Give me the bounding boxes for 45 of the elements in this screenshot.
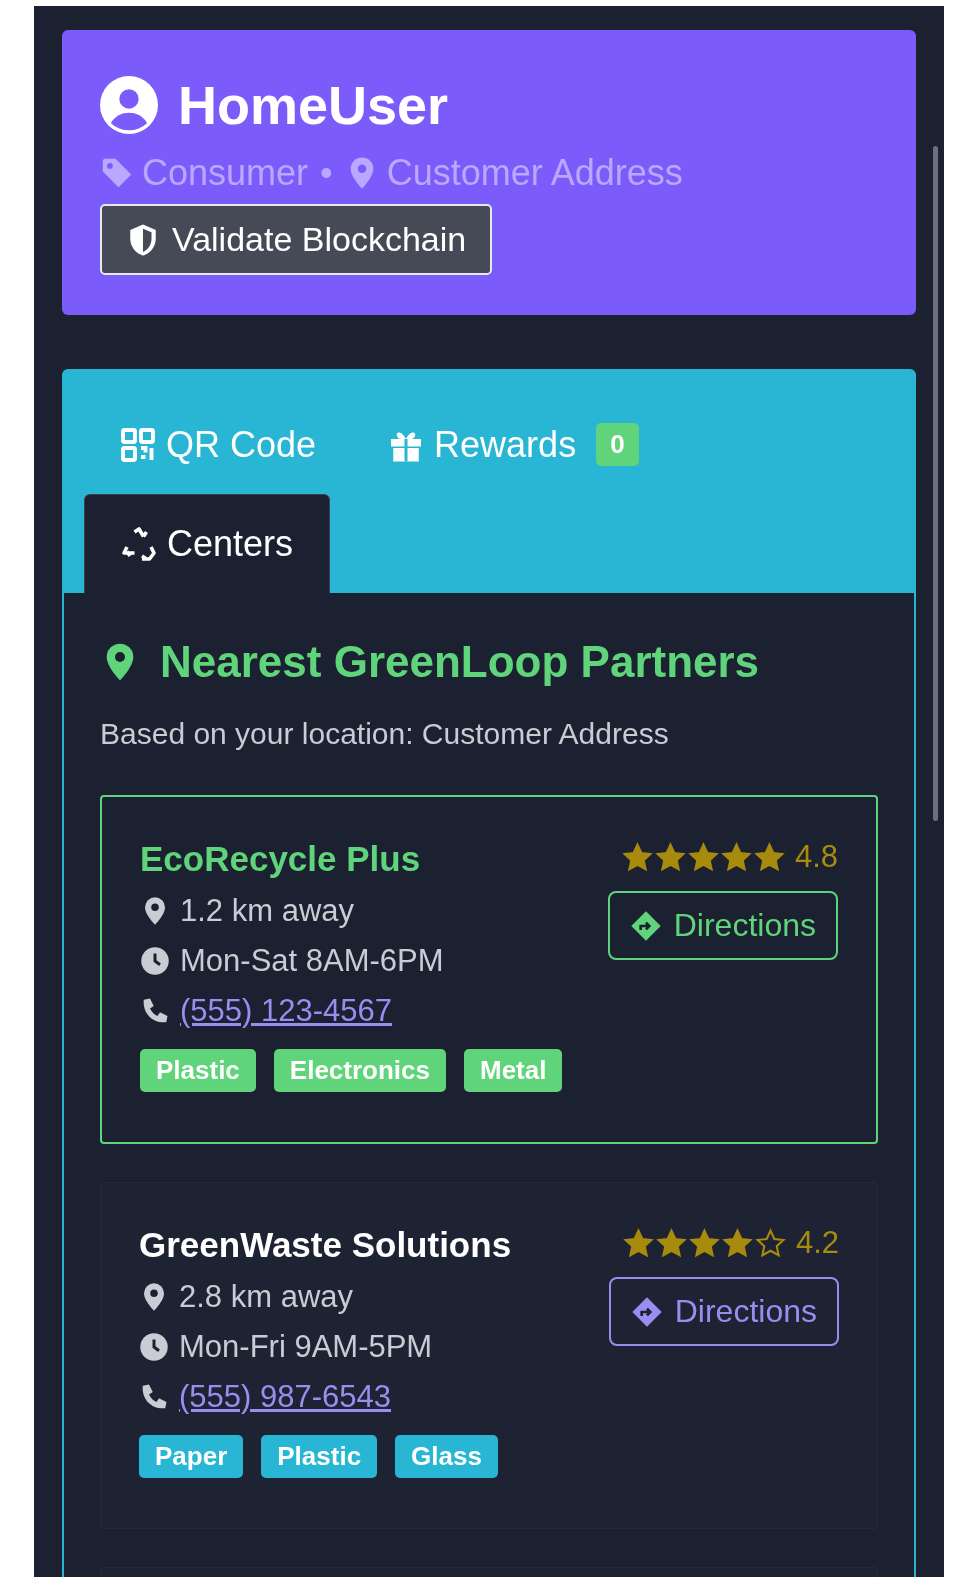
user-address: Customer Address — [386, 152, 683, 194]
section-title: Nearest GreenLoop Partners — [160, 637, 760, 687]
location-note: Based on your location: Customer Address — [100, 717, 670, 751]
star-icon — [753, 841, 785, 873]
material-tag: Electronics — [273, 1049, 446, 1092]
star-icon — [622, 1227, 654, 1259]
phone-link[interactable]: (555) 123-4567 — [180, 993, 392, 1029]
center-name: EcoRecycle Plus — [140, 839, 422, 879]
star-icon — [654, 841, 686, 873]
center-name: GreenWaste Solutions — [139, 1225, 512, 1265]
star-icon — [754, 1227, 786, 1259]
star-icon — [721, 1227, 753, 1259]
validate-blockchain-button[interactable]: Validate Blockchain — [100, 204, 493, 275]
username: HomeUser — [178, 74, 449, 136]
star-icon — [655, 1227, 687, 1259]
user-role: Consumer — [142, 152, 309, 194]
rating-value: 4.8 — [794, 839, 838, 875]
directions-button[interactable]: Directions — [608, 1277, 839, 1346]
opening-hours: Mon-Fri 9AM-5PM — [179, 1329, 433, 1365]
rewards-count-badge: 0 — [596, 423, 639, 466]
material-tag: Glass — [395, 1435, 498, 1478]
clock-icon — [140, 946, 170, 976]
tag-icon — [100, 156, 134, 190]
material-tag: Plastic — [140, 1049, 256, 1092]
directions-icon — [630, 1295, 663, 1328]
rating-value: 4.2 — [795, 1225, 839, 1261]
phone-link[interactable]: (555) 987-6543 — [179, 1379, 391, 1415]
star-icon — [688, 1227, 720, 1259]
distance: 2.8 km away — [179, 1279, 353, 1315]
qr-code-icon — [120, 426, 156, 463]
material-tag: Metal — [464, 1049, 563, 1092]
material-tag: Plastic — [261, 1435, 378, 1478]
material-tag: Paper — [139, 1435, 244, 1478]
star-icon — [621, 841, 653, 873]
star-icon — [687, 841, 719, 873]
user-icon — [100, 76, 158, 134]
distance: 1.2 km away — [180, 893, 354, 929]
clock-icon — [139, 1332, 169, 1362]
tab[interactable]: Centers — [84, 494, 331, 593]
separator-dot: • — [320, 152, 333, 194]
star-icon — [720, 841, 752, 873]
directions-button[interactable]: Directions — [607, 891, 838, 960]
scrollbar[interactable] — [933, 146, 938, 821]
directions-icon — [629, 909, 662, 942]
opening-hours: Mon-Sat 8AM-6PM — [180, 943, 444, 979]
